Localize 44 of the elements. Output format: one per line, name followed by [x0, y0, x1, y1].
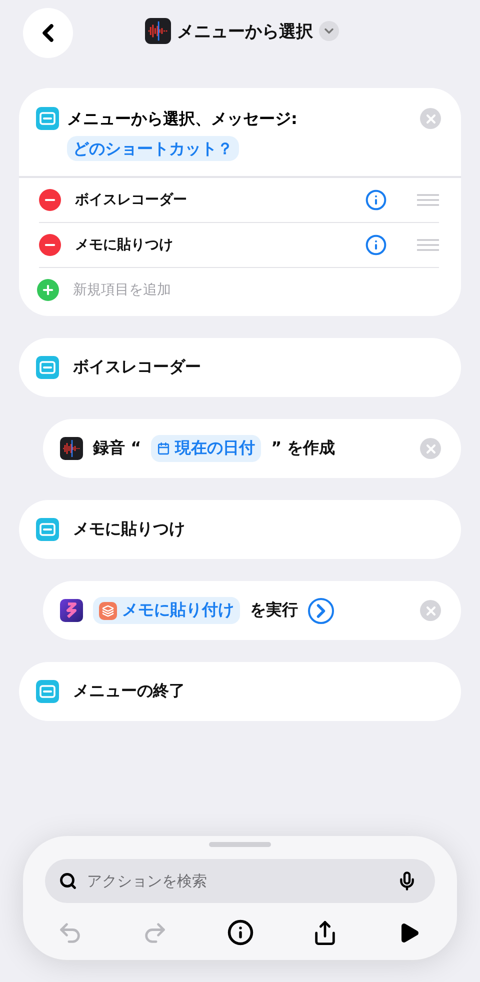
remove-button[interactable]: [39, 234, 61, 256]
search-bar[interactable]: アクションを検索: [45, 859, 435, 903]
case-title: メモに貼りつけ: [73, 519, 185, 540]
plus-icon: [41, 283, 55, 297]
menu-title: メニューから選択、メッセージ:: [67, 109, 298, 128]
add-button[interactable]: [37, 279, 59, 301]
waveform-app-icon: [60, 437, 83, 460]
shortcut-title[interactable]: メニューから選択: [177, 20, 313, 42]
case-title: メニューの終了: [73, 681, 185, 702]
calendar-icon: [157, 442, 170, 455]
info-icon[interactable]: [365, 189, 387, 211]
close-icon: [424, 604, 438, 618]
action-text: 録音 “: [93, 438, 142, 459]
back-button[interactable]: [23, 8, 73, 58]
prompt-token[interactable]: どのショートカット？: [67, 136, 239, 161]
menu-item-label[interactable]: ボイスレコーダー: [75, 191, 351, 209]
variable-token[interactable]: メモに貼り付け: [93, 597, 240, 624]
microphone-icon[interactable]: [397, 871, 417, 891]
add-item-label[interactable]: 新規項目を追加: [73, 281, 171, 299]
info-icon: [226, 919, 254, 946]
remove-button[interactable]: [39, 189, 61, 211]
chevron-circle-icon[interactable]: [308, 598, 334, 624]
dropdown-button[interactable]: [319, 21, 339, 41]
info-icon[interactable]: [365, 234, 387, 256]
action-text: を実行: [250, 600, 298, 621]
menu-icon: [36, 356, 59, 379]
action-text: ” を作成: [271, 438, 336, 459]
case-title: ボイスレコーダー: [73, 357, 201, 378]
menu-icon: [36, 518, 59, 541]
close-icon: [424, 112, 438, 126]
grabber-handle[interactable]: [209, 842, 271, 847]
menu-icon: [36, 107, 59, 130]
layers-icon: [99, 602, 117, 620]
drag-handle-icon[interactable]: [417, 194, 439, 206]
waveform-app-icon: [145, 18, 171, 44]
info-button[interactable]: [226, 919, 254, 946]
search-icon: [59, 872, 77, 890]
search-field[interactable]: アクションを検索: [85, 871, 389, 891]
drag-handle-icon[interactable]: [417, 239, 439, 251]
variable-token[interactable]: 現在の日付: [151, 435, 262, 462]
close-icon: [424, 442, 438, 456]
menu-item-label[interactable]: メモに貼りつけ: [75, 236, 351, 254]
menu-icon: [36, 680, 59, 703]
shortcuts-app-icon: [60, 599, 83, 622]
